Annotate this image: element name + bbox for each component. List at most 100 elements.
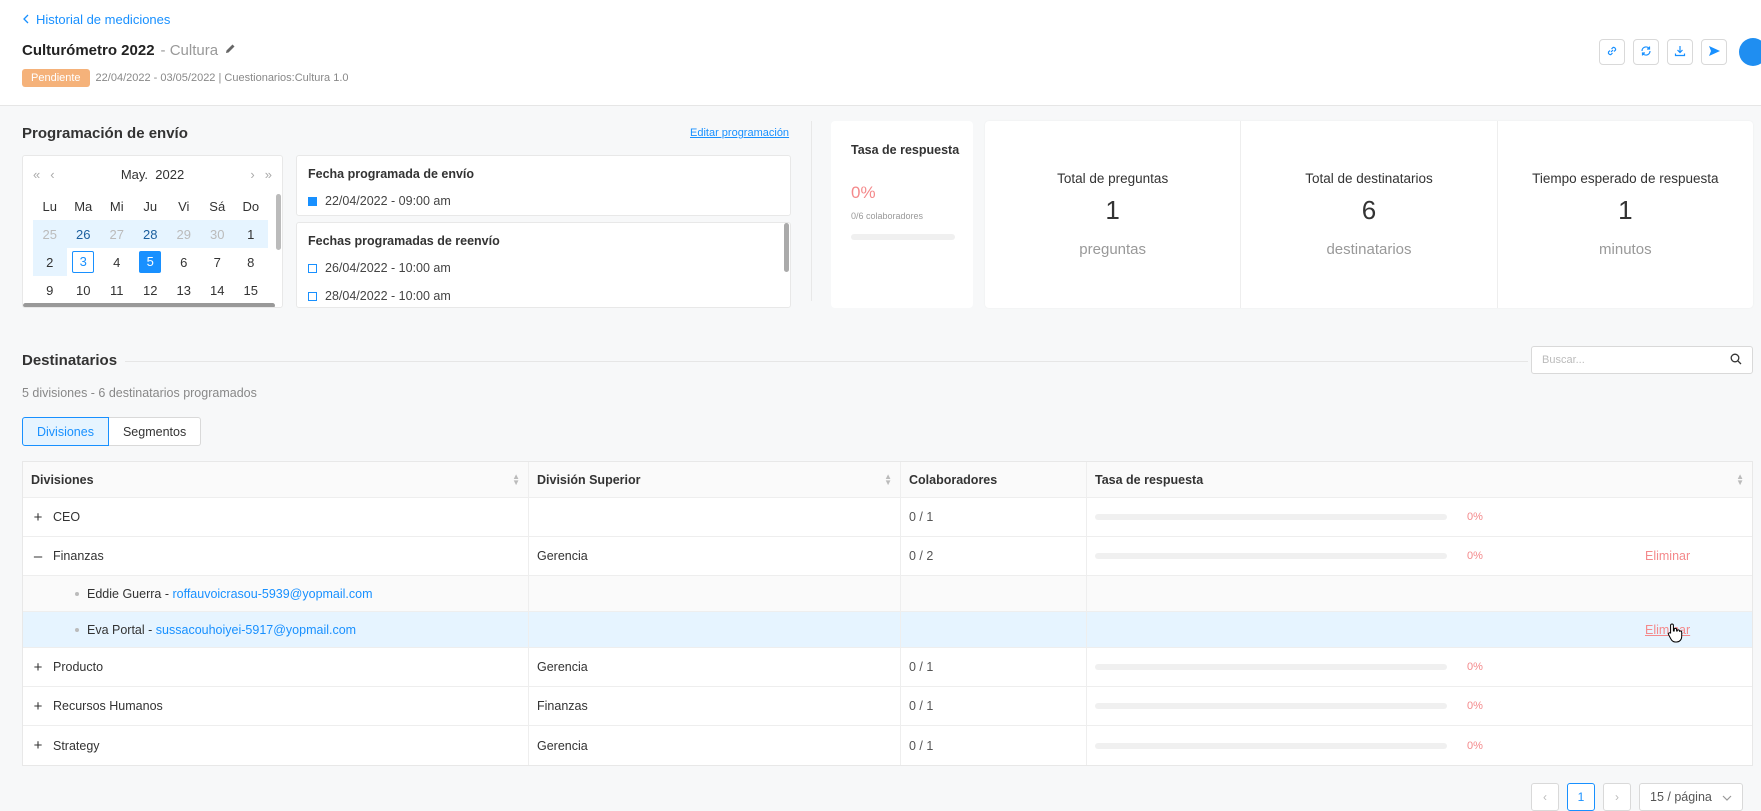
table-row: + Producto Gerencia 0 / 1 0% [23,648,1752,687]
response-rate-sub: 0/6 colaboradores [851,211,924,221]
division-cell: + Producto [23,648,529,686]
calendar-day[interactable]: 12 [134,276,168,304]
column-header-parent[interactable]: División Superior ▲ ▼ [529,462,901,497]
table-row-child: Eddie Guerra - roffauvoicrasou-5939@yopm… [23,576,1752,612]
calendar-day[interactable]: 11 [100,276,134,304]
link-button[interactable] [1599,39,1625,65]
delete-link[interactable]: Eliminar [1645,549,1690,563]
calendar-day[interactable]: 27 [100,220,134,248]
avatar[interactable] [1739,38,1761,66]
stat-unit: minutos [1599,241,1652,258]
calendar-horizontal-scrollbar[interactable] [23,303,275,307]
calendar-day-selected: 5 [139,251,162,273]
chevron-right-icon[interactable]: › [250,167,254,182]
expand-icon[interactable]: + [31,659,45,676]
calendar-day[interactable]: 13 [167,276,201,304]
prev-page-button[interactable]: ‹ [1531,783,1559,811]
chevron-left-icon: ‹ [1543,790,1547,804]
bullet [75,591,79,596]
resend-scrollbar[interactable] [784,223,789,272]
page-header: Historial de mediciones Culturómetro 202… [0,0,1761,106]
sort-icon[interactable]: ▲ ▼ [1736,472,1744,486]
calendar-year[interactable]: 2022 [155,167,184,182]
calendar-day[interactable]: 6 [167,248,201,276]
calendar-day[interactable]: 15 [234,276,268,304]
table-row: + CEO 0 / 1 0% [23,498,1752,537]
section-divider [811,121,812,301]
search-icon[interactable] [1730,353,1742,368]
tab-divisiones[interactable]: Divisiones [22,417,109,446]
column-label: Colaboradores [909,472,998,487]
calendar-day-today: 3 [72,251,95,273]
recipient-email[interactable]: roffauvoicrasou-5939@yopmail.com [172,587,372,601]
status-badge: Pendiente [22,69,90,87]
calendar-day[interactable]: 10 [67,276,101,304]
division-cell: + Strategy [23,726,529,765]
column-header-rate[interactable]: Tasa de respuesta ▲ ▼ [1087,462,1752,497]
refresh-button[interactable] [1633,39,1659,65]
calendar-day[interactable]: 30 [200,220,234,248]
expand-icon[interactable]: + [31,698,45,715]
calendar-day[interactable]: 25 [33,220,67,248]
calendar-day[interactable]: 5 [134,248,168,276]
send-icon [1708,45,1721,60]
calendar-day[interactable]: 1 [234,220,268,248]
double-chevron-left-icon[interactable]: « [33,167,40,182]
calendar-week: 2 3 4 5 6 7 8 [23,248,282,276]
calendar-day[interactable]: 3 [67,248,101,276]
calendar-day[interactable]: 7 [201,248,235,276]
send-button[interactable] [1701,39,1727,65]
division-name: Finanzas [53,549,104,563]
expand-icon[interactable]: + [31,737,45,754]
recipient-name: Eddie Guerra - [87,586,169,601]
tab-segmentos[interactable]: Segmentos [108,417,202,446]
stat-value: 1 [1105,195,1120,225]
rate-value: 0% [1467,511,1483,523]
rate-value: 0% [1467,661,1483,673]
sort-icon[interactable]: ▲ ▼ [884,472,892,486]
pencil-icon[interactable] [224,42,237,59]
calendar-day[interactable]: 26 [66,220,100,248]
calendar-day[interactable]: 28 [133,220,167,248]
recipient-email[interactable]: sussacouhoiyei-5917@yopmail.com [156,623,356,637]
chevron-left-icon[interactable]: ‹ [50,167,54,182]
search-placeholder: Buscar... [1542,354,1585,366]
next-page-button[interactable]: › [1603,783,1631,811]
calendar-day[interactable]: 4 [100,248,134,276]
calendar-day[interactable]: 14 [201,276,235,304]
rate-progress-bar [1095,664,1447,670]
calendar-day[interactable]: 9 [33,276,67,304]
collaborators-cell: 0 / 2 [901,537,1087,575]
collapse-icon[interactable]: – [31,548,45,565]
column-header-divisions[interactable]: Divisiones ▲ ▼ [23,462,529,497]
search-input[interactable]: Buscar... [1531,346,1753,374]
parent-cell: Gerencia [529,648,901,686]
page-size-select[interactable]: 15 / página [1639,783,1743,811]
parent-cell: Finanzas [529,687,901,725]
download-icon [1674,45,1686,60]
rate-value: 0% [1467,739,1483,752]
recipients-divider [125,361,1528,362]
parent-cell: Gerencia [529,726,901,765]
calendar-vertical-scrollbar[interactable] [276,194,281,250]
rate-progress-bar [1095,514,1447,520]
double-chevron-right-icon[interactable]: » [265,167,272,182]
calendar-day[interactable]: 2 [33,248,67,276]
stat-unit: preguntas [1079,241,1147,258]
calendar-day[interactable]: 8 [234,248,268,276]
rate-progress-bar [1095,703,1447,709]
edit-schedule-link[interactable]: Editar programación [690,127,789,139]
calendar-day[interactable]: 29 [167,220,201,248]
expand-icon[interactable]: + [31,509,45,526]
collaborators-cell: 0 / 1 [901,648,1087,686]
page-button[interactable]: 1 [1567,783,1595,811]
collaborators-cell [901,612,1087,647]
sort-icon[interactable]: ▲ ▼ [512,472,520,486]
table-row: – Finanzas Gerencia 0 / 2 0% Eliminar [23,537,1752,576]
back-link[interactable]: Historial de mediciones [22,12,170,27]
resend-date-value: 26/04/2022 - 10:00 am [325,261,451,275]
download-button[interactable] [1667,39,1693,65]
weekday: Vi [178,198,190,214]
send-date-item: 22/04/2022 - 09:00 am [308,194,451,208]
calendar-month[interactable]: May. [121,167,148,182]
